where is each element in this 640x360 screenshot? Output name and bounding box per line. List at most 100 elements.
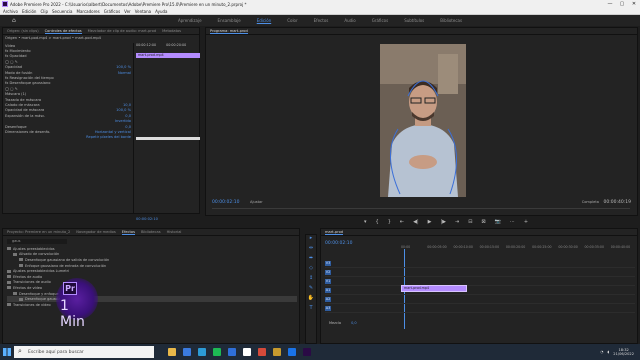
track-label[interactable]: V3 [325, 260, 331, 266]
track-label[interactable]: A2 [325, 296, 331, 302]
resolution-select[interactable]: Completa [582, 200, 599, 204]
program-scrubber[interactable] [212, 208, 630, 209]
menu-graficos[interactable]: Gráficos [104, 9, 120, 14]
taskbar-app-icon[interactable] [273, 348, 281, 356]
more-button[interactable]: ⋯ [510, 219, 515, 225]
tab-effects[interactable]: Efectos [121, 230, 135, 235]
effect-row-value[interactable]: Invertido [115, 119, 131, 123]
workspace-ensamblaje[interactable]: Ensamblaje [210, 18, 249, 23]
taskbar-app-icon[interactable] [198, 348, 206, 356]
slip-tool-icon[interactable]: ↕ [306, 275, 316, 285]
ripple-edit-tool-icon[interactable]: ⬌ [306, 255, 316, 265]
workspace-edicion[interactable]: Edición [249, 18, 279, 23]
track-row[interactable]: A2 [325, 295, 635, 304]
add-button[interactable]: + [524, 219, 528, 225]
camera-icon[interactable]: 📷 [495, 219, 501, 225]
effect-row-value[interactable]: Repetir píxeles del borde [86, 135, 131, 139]
workspace-bibliotecas[interactable]: Bibliotecas [432, 18, 470, 23]
taskbar-app-icon[interactable] [303, 348, 311, 356]
minimize-button[interactable]: — [604, 0, 616, 8]
taskbar-app-icon[interactable] [213, 348, 221, 356]
track-row[interactable]: A1 [325, 286, 635, 295]
effect-timecode[interactable]: 00:00:02:10 [136, 217, 158, 221]
mix-value[interactable]: 0,0 [351, 321, 357, 325]
go-to-out-button[interactable]: ⇥ [455, 219, 459, 225]
menu-archivo[interactable]: Archivo [3, 9, 18, 14]
tab-history[interactable]: Historial [167, 230, 182, 234]
effect-row-value[interactable]: 100,0 % [116, 108, 131, 112]
step-back-button[interactable]: ◀| [413, 219, 419, 225]
taskbar-app-icon[interactable] [228, 348, 236, 356]
workspace-subtitulos[interactable]: Subtítulos [396, 18, 432, 23]
type-tool-icon[interactable]: T [306, 305, 316, 315]
menu-clip[interactable]: Clip [40, 9, 48, 14]
effect-row[interactable]: Repetir píxeles del borde [5, 135, 131, 140]
effect-row-value[interactable]: 0,0 [125, 125, 131, 129]
menu-ventana[interactable]: Ventana [135, 9, 151, 14]
mask-keyframe-bar[interactable] [136, 137, 200, 140]
timeline-video-clip[interactable]: mart-prod.mp4 [401, 285, 467, 292]
home-icon[interactable]: ⌂ [4, 17, 24, 24]
extract-button[interactable]: ⊠ [481, 219, 485, 225]
effect-row-value[interactable]: 10,0 [123, 103, 131, 107]
track-row[interactable]: V1 [325, 277, 635, 286]
tab-project[interactable]: Proyecto: Premiere en un minuto_2 [7, 230, 70, 234]
hand-tool-icon[interactable]: ✋ [306, 295, 316, 305]
lift-button[interactable]: ⊟ [468, 219, 472, 225]
tab-libraries[interactable]: Bibliotecas [141, 230, 161, 234]
track-label[interactable]: A3 [325, 305, 331, 311]
go-to-in-button[interactable]: ⇤ [400, 219, 404, 225]
track-row[interactable]: V3 [325, 259, 635, 268]
track-label[interactable]: A1 [325, 287, 331, 293]
effect-row-value[interactable]: 0,0 [125, 114, 131, 118]
track-label[interactable]: V2 [325, 269, 331, 275]
menu-ver[interactable]: Ver [124, 9, 131, 14]
volume-icon[interactable]: ◖ [607, 350, 609, 354]
timeline-ruler[interactable]: 00:00 00:00:05:00 00:00:10:00 00:00:15:00 00… [401, 245, 637, 249]
taskbar-app-icon[interactable] [258, 348, 266, 356]
track-label[interactable]: V1 [325, 278, 331, 284]
video-frame[interactable] [380, 44, 466, 197]
menu-secuencia[interactable]: Secuencia [52, 9, 73, 14]
tab-metadata[interactable]: Metadatos [162, 29, 181, 33]
track-select-tool-icon[interactable]: ⇹ [306, 245, 316, 255]
workspace-efectos[interactable]: Efectos [306, 18, 337, 23]
taskbar-app-icon[interactable] [243, 348, 251, 356]
close-button[interactable]: ✕ [628, 0, 640, 8]
menu-ayuda[interactable]: Ayuda [155, 9, 167, 14]
mark-out-button[interactable]: } [388, 219, 391, 225]
mark-in-button[interactable]: { [376, 219, 379, 225]
razor-tool-icon[interactable]: ◇ [306, 265, 316, 275]
wifi-icon[interactable]: ◔ [600, 350, 603, 354]
zoom-select[interactable]: Ajustar [250, 200, 263, 204]
clock[interactable]: 18:32 21/06/2022 [613, 348, 634, 357]
effect-row-value[interactable]: Normal [118, 71, 131, 75]
tab-media-browser[interactable]: Navegador de medios [76, 230, 116, 234]
workspace-color[interactable]: Color [279, 18, 305, 23]
track-row[interactable]: A3 [325, 304, 635, 313]
maximize-button[interactable]: ▢ [616, 0, 628, 8]
start-button[interactable] [0, 344, 14, 360]
effect-row-value[interactable]: 100,0 % [116, 65, 131, 69]
taskbar-app-icon[interactable] [288, 348, 296, 356]
effect-row-value[interactable]: Horizontal y vertical [95, 130, 131, 134]
play-button[interactable]: ▶ [428, 219, 432, 225]
menu-edicion[interactable]: Edición [22, 9, 36, 14]
step-forward-button[interactable]: |▶ [440, 219, 446, 225]
list-item[interactable]: Transiciones de vídeo [7, 302, 297, 308]
program-timecode[interactable]: 00:00:02:10 [212, 200, 239, 205]
workspace-audio[interactable]: Audio [336, 18, 363, 23]
timeline-timecode[interactable]: 00:00:02:10 [325, 241, 352, 246]
track-row[interactable]: V2 [325, 268, 635, 277]
tab-effect-controls[interactable]: Controles de efectos [44, 29, 82, 34]
effects-search-input[interactable]: gaus [7, 239, 67, 244]
workspace-aprendizaje[interactable]: Aprendizaje [170, 18, 210, 23]
tab-program[interactable]: Programa: mart-prod [210, 29, 248, 34]
tab-audio-mixer[interactable]: Mezclador de clip de audio: mart-prod [88, 29, 157, 33]
tab-sequence[interactable]: mart-prod [325, 230, 344, 235]
marker-button[interactable]: ▾ [364, 219, 367, 225]
selection-tool-icon[interactable]: ▸ [306, 235, 316, 245]
menu-marcadores[interactable]: Marcadores [77, 9, 100, 14]
taskbar-search-input[interactable]: Escribe aquí para buscar [14, 346, 154, 358]
taskbar-app-icon[interactable] [183, 348, 191, 356]
